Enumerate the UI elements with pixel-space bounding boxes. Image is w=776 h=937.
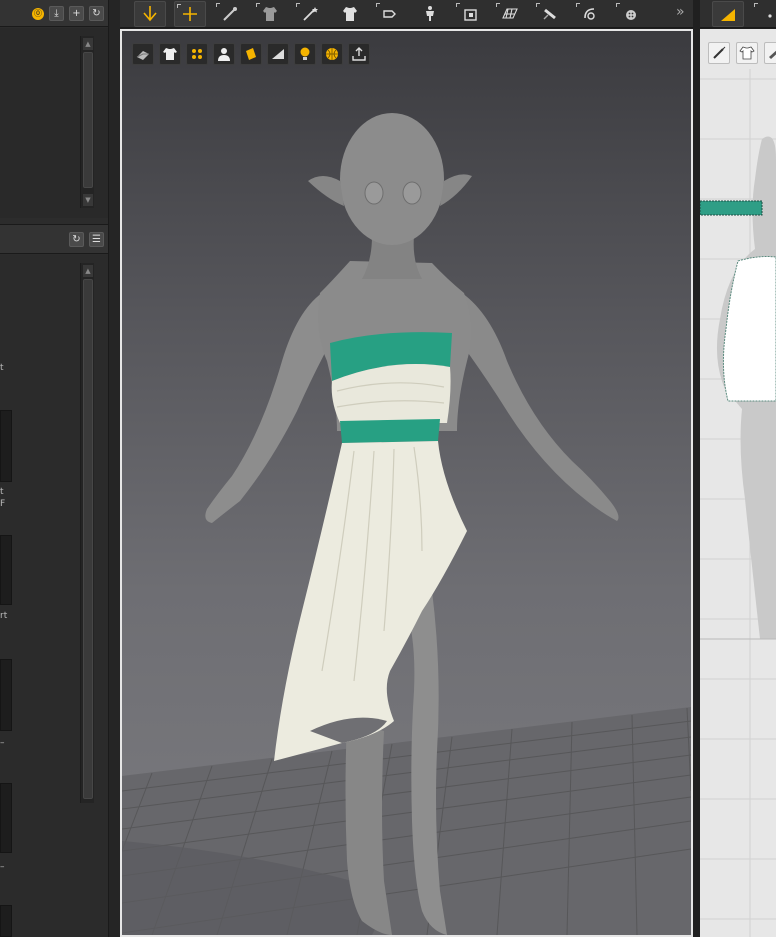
tape-tool-icon[interactable]: [534, 1, 566, 27]
scroll-up-icon[interactable]: ▲: [83, 265, 93, 277]
clipped-label: rt: [0, 611, 8, 621]
left-panel-upper-list: ▲ ▼: [0, 28, 108, 218]
scroll-thumb[interactable]: [83, 279, 93, 799]
left-panel-header: ⓪ ⤓ + ↻: [0, 0, 108, 27]
lighting-icon[interactable]: [267, 43, 289, 65]
avatar-left-ear: [308, 176, 344, 206]
clipped-label: –: [0, 738, 5, 748]
panel-divider[interactable]: [693, 0, 700, 937]
list-item-thumbnail[interactable]: [0, 659, 12, 731]
pattern-transform-icon[interactable]: [712, 1, 744, 27]
3d-scene: [122, 113, 691, 935]
2d-pattern-window[interactable]: [700, 29, 776, 937]
simulation-arrow-icon[interactable]: [134, 1, 166, 27]
list-item-thumbnail[interactable]: [0, 535, 12, 605]
avatar-right-eye: [402, 181, 422, 205]
pen-icon[interactable]: [708, 42, 730, 64]
avatar-arrange-icon[interactable]: [414, 1, 446, 27]
measure-tool-icon[interactable]: [574, 1, 606, 27]
scroll-down-icon[interactable]: ▼: [83, 194, 93, 206]
texture-transform-icon[interactable]: [454, 1, 486, 27]
refresh-icon[interactable]: ↻: [69, 232, 84, 247]
garment-select-icon[interactable]: [254, 1, 286, 27]
list-item-thumbnail[interactable]: [0, 783, 12, 853]
fabric-swatch-icon[interactable]: [240, 43, 262, 65]
toolbar-overflow-icon[interactable]: »: [676, 4, 685, 20]
clipped-label: –: [0, 862, 5, 872]
edit-point-icon[interactable]: [752, 1, 776, 27]
left-panel: ⓪ ⤓ + ↻ ▲ ▼ ↻ ☰ ▲ t t F rt – –: [0, 0, 108, 937]
grid-pin-icon[interactable]: [494, 1, 526, 27]
pattern-canvas: [700, 69, 776, 937]
fold-arrangement-icon[interactable]: [374, 1, 406, 27]
blade-icon[interactable]: [764, 42, 776, 64]
clipped-label: t: [0, 487, 4, 497]
garment-waistband: [340, 419, 440, 443]
panel-gutter[interactable]: [108, 0, 120, 937]
move-gizmo-icon[interactable]: [174, 1, 206, 27]
left-panel-lower-list: ▲ t t F rt – –: [0, 255, 108, 937]
wand-icon[interactable]: [294, 1, 326, 27]
shirt-icon[interactable]: [736, 42, 758, 64]
app-window: ⓪ ⤓ + ↻ ▲ ▼ ↻ ☰ ▲ t t F rt – – »: [0, 0, 776, 937]
avatar-bulb-icon[interactable]: [294, 43, 316, 65]
main-toolbar: »: [120, 0, 700, 28]
clipped-label: F: [0, 499, 6, 509]
button-tool-icon[interactable]: [614, 1, 646, 27]
avatar-head: [340, 113, 444, 245]
list-icon[interactable]: ☰: [89, 232, 104, 247]
avatar-display-icon[interactable]: [213, 43, 235, 65]
section-header: ↻ ☰: [0, 224, 108, 254]
environment-globe-icon[interactable]: [321, 43, 343, 65]
brush-pin-icon[interactable]: [214, 1, 246, 27]
pattern-toolbar: [700, 0, 776, 28]
pattern-display-toolbar: [708, 42, 776, 64]
viewport-display-toolbar: [132, 43, 370, 65]
download-icon[interactable]: ⤓: [49, 6, 64, 21]
avatar-right-arm: [452, 293, 619, 521]
garment-display-icon[interactable]: [132, 43, 154, 65]
avatar-left-eye: [364, 181, 384, 205]
refresh-icon[interactable]: ↻: [89, 6, 104, 21]
list-item-thumbnail[interactable]: [0, 905, 12, 937]
lower-scrollbar[interactable]: ▲: [80, 263, 94, 803]
avatar-right-ear: [440, 174, 472, 206]
add-button[interactable]: +: [69, 6, 84, 21]
lock-badge-icon[interactable]: ⓪: [32, 8, 44, 20]
list-item-thumbnail[interactable]: [0, 410, 12, 482]
avatar-left-arm: [205, 293, 337, 523]
upper-scrollbar[interactable]: ▲ ▼: [80, 36, 94, 208]
texture-shirt-icon[interactable]: [159, 43, 181, 65]
3d-viewport[interactable]: [120, 29, 693, 937]
scroll-up-icon[interactable]: ▲: [83, 38, 93, 50]
bodice-pattern-piece: [722, 256, 776, 402]
scroll-thumb[interactable]: [83, 52, 93, 188]
particle-points-icon[interactable]: [186, 43, 208, 65]
tshirt-move-icon[interactable]: [334, 1, 366, 27]
clipped-label: t: [0, 363, 4, 373]
export-tray-icon[interactable]: [348, 43, 370, 65]
waistband-pattern-piece: [700, 200, 763, 216]
